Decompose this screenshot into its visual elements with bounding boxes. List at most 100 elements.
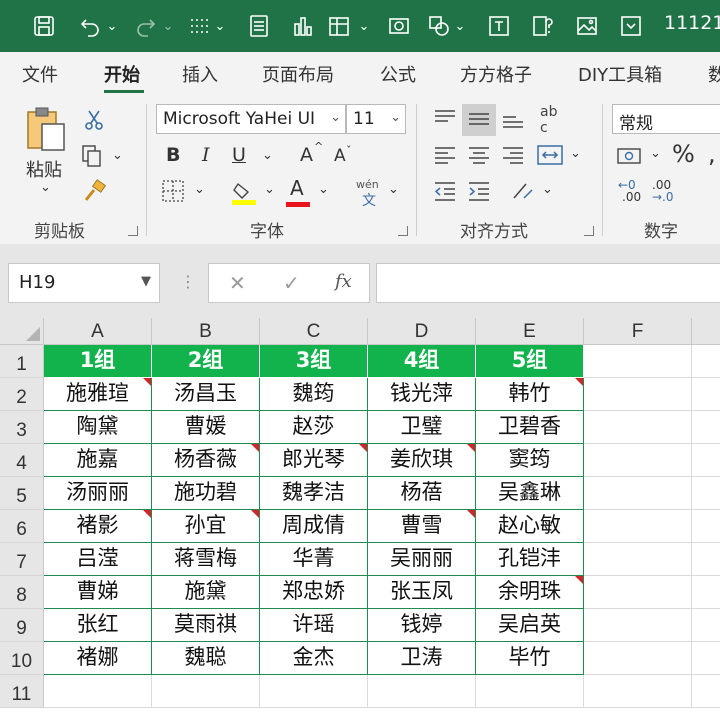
cell-E6[interactable]: 赵心敏	[476, 510, 584, 543]
currency-dropdown-icon[interactable]: ⌄	[650, 146, 661, 161]
percent-button[interactable]: %	[672, 140, 695, 168]
align-center-icon[interactable]	[466, 142, 492, 168]
tab-file[interactable]: 文件	[22, 61, 58, 87]
screenshot-icon[interactable]	[384, 10, 414, 42]
cell-B6[interactable]: 孙宜	[152, 510, 260, 543]
cell-B7[interactable]: 蒋雪梅	[152, 543, 260, 576]
col-header-D[interactable]: D	[368, 318, 476, 345]
row-header-1[interactable]: 1	[0, 345, 44, 378]
cell-D4[interactable]: 姜欣琪	[368, 444, 476, 477]
cell-B8[interactable]: 施黛	[152, 576, 260, 609]
comment-indicator-icon[interactable]	[143, 378, 151, 386]
font-color-button[interactable]: A	[290, 176, 304, 200]
cell-A7[interactable]: 吕滢	[44, 543, 152, 576]
cell-B3[interactable]: 曹媛	[152, 411, 260, 444]
bold-button[interactable]: B	[166, 144, 180, 166]
comment-indicator-icon[interactable]	[467, 510, 475, 518]
paste-dropdown-icon[interactable]: ⌄	[40, 180, 51, 195]
comment-indicator-icon[interactable]	[359, 444, 367, 452]
row-header-6[interactable]: 6	[0, 510, 44, 543]
cell-B9[interactable]: 莫雨祺	[152, 609, 260, 642]
underline-button[interactable]: U	[232, 144, 246, 166]
font-color-dropdown-icon[interactable]: ⌄	[318, 182, 329, 197]
insert-function-button[interactable]: fx	[335, 271, 352, 292]
text-direction-dropdown-icon[interactable]: ⌄	[542, 182, 553, 197]
cell-C8[interactable]: 郑忠娇	[260, 576, 368, 609]
header-cell-B1[interactable]: 2组	[152, 345, 260, 378]
select-all-corner[interactable]	[0, 318, 44, 345]
number-format-combo[interactable]: 常规	[612, 104, 720, 134]
row-header-2[interactable]: 2	[0, 378, 44, 411]
paste-button[interactable]: 粘贴	[26, 156, 62, 182]
cell-B10[interactable]: 魏聪	[152, 642, 260, 675]
comment-indicator-icon[interactable]	[143, 510, 151, 518]
cell-E2[interactable]: 韩竹	[476, 378, 584, 411]
header-cell-A1[interactable]: 1组	[44, 345, 152, 378]
undo-icon[interactable]	[74, 10, 106, 42]
chart-icon[interactable]	[288, 10, 318, 42]
cell-D3[interactable]: 卫璧	[368, 411, 476, 444]
cell-B2[interactable]: 汤昌玉	[152, 378, 260, 411]
cell-C7[interactable]: 华菁	[260, 543, 368, 576]
border-dropdown-icon[interactable]: ⌄	[212, 10, 228, 42]
worksheet-grid[interactable]: A B C D E F 1 2 3 4 5 6 7 8 9 10 11 1组 2组 3组 4组 5组 施雅瑄汤…	[0, 318, 720, 714]
format-painter-icon[interactable]	[82, 178, 108, 204]
redo-dropdown-icon[interactable]: ⌄	[160, 10, 176, 42]
cell-E4[interactable]: 窦筠	[476, 444, 584, 477]
cell-C9[interactable]: 许瑶	[260, 609, 368, 642]
orientation-icon[interactable]: ab c	[536, 102, 566, 136]
cell-D5[interactable]: 杨蓓	[368, 477, 476, 510]
align-top-icon[interactable]	[432, 106, 458, 132]
merge-center-icon[interactable]	[536, 142, 564, 168]
row-header-7[interactable]: 7	[0, 543, 44, 576]
cut-icon[interactable]	[82, 108, 106, 132]
font-launcher-icon[interactable]	[398, 226, 408, 236]
copy-icon[interactable]	[80, 144, 108, 168]
tab-home[interactable]: 开始	[104, 61, 140, 87]
cell-E8[interactable]: 余明珠	[476, 576, 584, 609]
comma-style-icon[interactable]: ,	[708, 140, 716, 168]
cell-E5[interactable]: 吴鑫琳	[476, 477, 584, 510]
fill-color-icon[interactable]	[230, 178, 258, 206]
row-header-10[interactable]: 10	[0, 642, 44, 675]
cell-C2[interactable]: 魏筠	[260, 378, 368, 411]
cell-C3[interactable]: 赵莎	[260, 411, 368, 444]
row-header-11[interactable]: 11	[0, 675, 44, 708]
help-icon[interactable]	[528, 10, 558, 42]
col-header-B[interactable]: B	[152, 318, 260, 345]
textbox-icon[interactable]	[484, 10, 514, 42]
align-bottom-icon[interactable]	[500, 106, 526, 132]
cell-D6[interactable]: 曹雪	[368, 510, 476, 543]
tab-diy-toolbox[interactable]: DIY工具箱	[578, 61, 662, 87]
comment-indicator-icon[interactable]	[575, 576, 583, 584]
undo-dropdown-icon[interactable]: ⌄	[104, 10, 120, 42]
cell-E9[interactable]: 吴启英	[476, 609, 584, 642]
cell-D8[interactable]: 张玉凤	[368, 576, 476, 609]
cell-A5[interactable]: 汤丽丽	[44, 477, 152, 510]
paste-icon[interactable]	[24, 106, 68, 152]
cell-D2[interactable]: 钱光萍	[368, 378, 476, 411]
grow-font-button[interactable]: A	[300, 144, 313, 166]
font-size-combo[interactable]: 11 ⌄	[346, 104, 406, 134]
align-left-icon[interactable]	[432, 142, 458, 168]
borders-dropdown-icon[interactable]: ⌄	[194, 182, 205, 197]
header-cell-D1[interactable]: 4组	[368, 345, 476, 378]
cell-B4[interactable]: 杨香薇	[152, 444, 260, 477]
cell-A10[interactable]: 褚娜	[44, 642, 152, 675]
borders-icon[interactable]	[160, 178, 188, 204]
header-cell-C1[interactable]: 3组	[260, 345, 368, 378]
header-cell-E1[interactable]: 5组	[476, 345, 584, 378]
increase-indent-icon[interactable]	[466, 178, 492, 204]
collapse-icon[interactable]	[616, 10, 646, 42]
col-header-A[interactable]: A	[44, 318, 152, 345]
cell-C6[interactable]: 周成倩	[260, 510, 368, 543]
cell-A3[interactable]: 陶黛	[44, 411, 152, 444]
decrease-decimal-bottom[interactable]: →.0	[652, 190, 674, 204]
merge-dropdown-icon[interactable]: ⌄	[570, 146, 581, 161]
cell-D10[interactable]: 卫涛	[368, 642, 476, 675]
comment-indicator-icon[interactable]	[575, 378, 583, 386]
comment-indicator-icon[interactable]	[251, 444, 259, 452]
cell-C10[interactable]: 金杰	[260, 642, 368, 675]
increase-decimal-bottom[interactable]: .00	[622, 190, 641, 204]
cell-A4[interactable]: 施嘉	[44, 444, 152, 477]
